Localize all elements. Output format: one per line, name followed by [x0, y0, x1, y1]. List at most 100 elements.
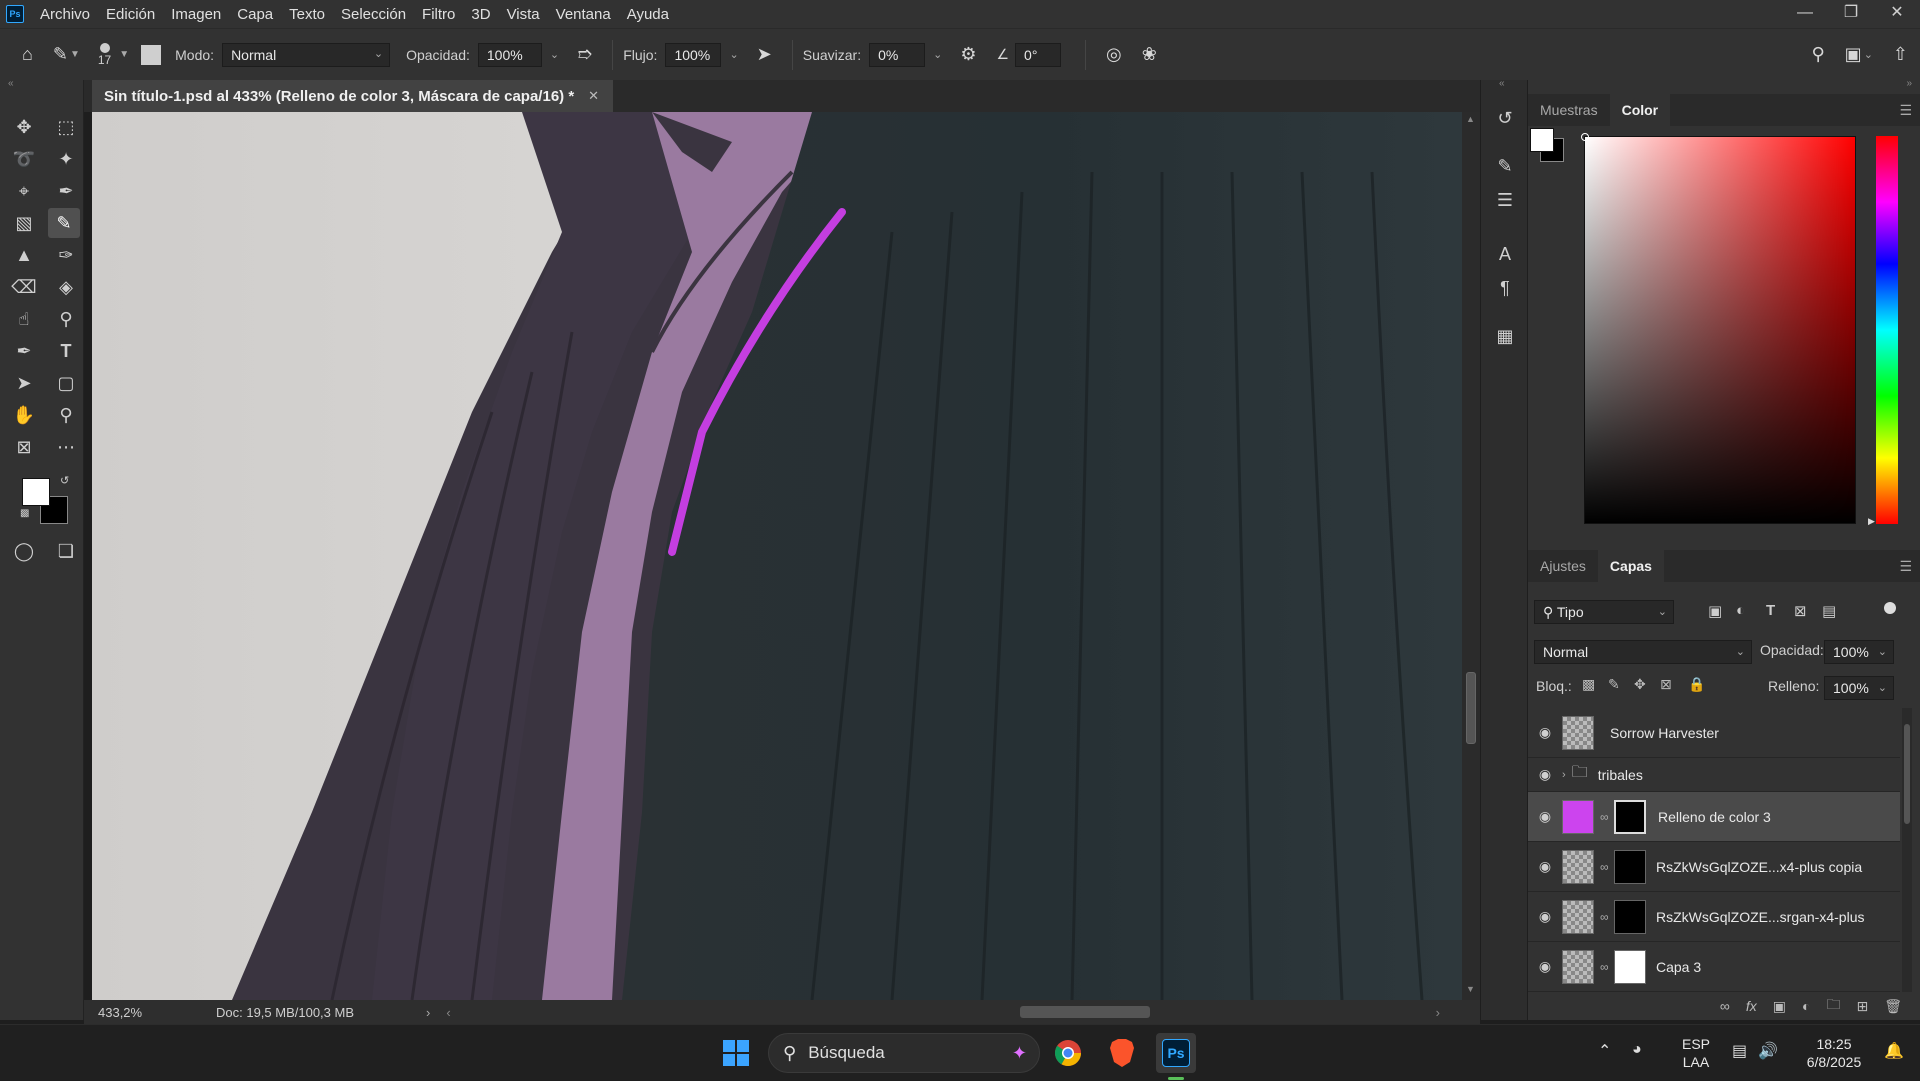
brush-tool-icon[interactable]: ✎	[53, 44, 68, 65]
brush-tool-icon[interactable]: ✎	[48, 208, 80, 238]
layer-mask-thumbnail[interactable]	[1614, 849, 1646, 884]
lasso-tool-icon[interactable]: ➰	[8, 144, 40, 174]
foreground-color-swatch[interactable]	[1530, 128, 1554, 152]
menu-archivo[interactable]: Archivo	[40, 6, 90, 23]
lock-position-icon[interactable]: ✥	[1634, 676, 1646, 693]
eye-icon[interactable]: ◉	[1528, 808, 1562, 825]
chevron-down-icon[interactable]: ▼	[70, 49, 80, 60]
quick-select-tool-icon[interactable]: ✦	[50, 144, 82, 174]
pressure-opacity-icon[interactable]: ➱	[577, 44, 592, 65]
angle-input[interactable]: 0°	[1015, 42, 1062, 67]
layer-row-selected[interactable]: ◉ ∞ Relleno de color 3	[1528, 792, 1900, 842]
eye-icon[interactable]: ◉	[1528, 724, 1562, 741]
clock[interactable]: 18:25 6/8/2025	[1794, 1025, 1874, 1081]
path-select-tool-icon[interactable]: ➤	[8, 368, 40, 398]
layer-mask-thumbnail[interactable]	[1614, 899, 1646, 934]
language-indicator[interactable]: ESP LAA	[1672, 1025, 1720, 1081]
layer-mask-thumbnail[interactable]	[1614, 799, 1646, 834]
canvas[interactable]	[92, 112, 1462, 1000]
menu-vista[interactable]: Vista	[507, 6, 540, 23]
screen-mode-icon[interactable]: ❏	[50, 536, 82, 566]
chevron-right-icon[interactable]: ›	[426, 1005, 430, 1020]
default-colors-icon[interactable]: ▩	[20, 508, 29, 519]
scroll-left-icon[interactable]: ‹	[446, 1005, 450, 1020]
share-icon[interactable]: ⇧	[1893, 44, 1908, 65]
lock-transparency-icon[interactable]: ▩	[1582, 676, 1595, 693]
chevron-down-icon[interactable]: ⌄	[550, 48, 559, 61]
gear-icon[interactable]: ⚙	[960, 44, 976, 65]
chevron-up-icon[interactable]: ⌃	[1598, 1041, 1611, 1061]
photoshop-taskbar-icon[interactable]: Ps	[1156, 1033, 1196, 1073]
menu-ventana[interactable]: Ventana	[556, 6, 611, 23]
chevron-right-icon[interactable]: ›	[1562, 769, 1566, 781]
healing-tool-icon[interactable]: ▧	[8, 208, 40, 238]
network-icon[interactable]: ▤	[1732, 1041, 1747, 1061]
smoothing-input[interactable]: 0%	[869, 42, 926, 67]
smudge-tool-icon[interactable]: ☝	[8, 304, 40, 334]
layers-scroll-thumb[interactable]	[1904, 724, 1910, 824]
tab-ajustes[interactable]: Ajustes	[1528, 550, 1598, 582]
minimize-icon[interactable]: —	[1782, 0, 1828, 28]
windows-start-icon[interactable]	[716, 1033, 756, 1073]
layer-row[interactable]: ◉ ∞ RsZkWsGqlZOZE...x4-plus copia	[1528, 842, 1900, 892]
tab-muestras[interactable]: Muestras	[1528, 94, 1610, 126]
lock-artboard-icon[interactable]: ⊠	[1660, 676, 1672, 693]
eyedropper-tool-icon[interactable]: ✒	[50, 176, 82, 206]
expand-icon[interactable]: »	[1906, 78, 1912, 89]
zoom-tool-icon[interactable]: ⚲	[50, 400, 82, 430]
move-tool-icon[interactable]: ✥	[8, 112, 40, 142]
vertical-scrollbar[interactable]: ▲ ▼	[1462, 112, 1480, 1000]
trash-icon[interactable]: 🗑	[1884, 998, 1902, 1015]
volume-icon[interactable]: 🔊	[1758, 1041, 1778, 1061]
lock-all-icon[interactable]: 🔒	[1688, 676, 1705, 693]
filter-pixel-icon[interactable]: ▣	[1708, 602, 1722, 620]
chevron-down-icon[interactable]: ⌄	[933, 48, 942, 61]
collapse-icon[interactable]: «	[1499, 78, 1505, 89]
new-layer-icon[interactable]: ⊞	[1856, 998, 1868, 1015]
brave-icon[interactable]	[1102, 1033, 1142, 1073]
quick-mask-icon[interactable]: ◯	[8, 536, 40, 566]
pen-tool-icon[interactable]: ✒	[8, 336, 40, 366]
menu-filtro[interactable]: Filtro	[422, 6, 455, 23]
eye-icon[interactable]: ◉	[1528, 958, 1562, 975]
notification-bell-icon[interactable]: 🔔	[1884, 1041, 1904, 1061]
dodge-tool-icon[interactable]: ⚲	[50, 304, 82, 334]
character-icon[interactable]: A	[1493, 244, 1517, 268]
fx-icon[interactable]: fx	[1746, 998, 1757, 1014]
type-tool-icon[interactable]: T	[50, 336, 82, 366]
eraser-tool-icon[interactable]: ⌫	[8, 272, 40, 302]
new-group-icon[interactable]: 🗀	[1826, 994, 1840, 1018]
layer-filter-select[interactable]: ⚲ Tipo ⌄	[1534, 600, 1674, 624]
link-icon[interactable]: ∞	[1600, 860, 1610, 874]
scroll-up-icon[interactable]: ▲	[1466, 114, 1475, 124]
history-icon[interactable]: ↺	[1493, 108, 1517, 132]
chevron-down-icon[interactable]: ▼	[119, 49, 129, 60]
filter-toggle-icon[interactable]	[1884, 602, 1896, 614]
brush-settings-icon[interactable]	[141, 44, 162, 65]
chevron-down-icon[interactable]: ⌄	[729, 48, 738, 61]
swap-colors-icon[interactable]: ↺	[60, 474, 69, 487]
flow-input[interactable]: 100%	[665, 42, 722, 67]
scroll-down-icon[interactable]: ▼	[1466, 984, 1475, 994]
color-picker-cursor[interactable]	[1581, 133, 1589, 141]
brush-settings-icon[interactable]: ✎	[1493, 156, 1517, 180]
layer-row[interactable]: ◉ ∞ RsZkWsGqlZOZE...srgan-x4-plus	[1528, 892, 1900, 942]
workspace-icon[interactable]: ▣	[1845, 44, 1862, 65]
layer-row[interactable]: ◉ ∞ Capa 3	[1528, 942, 1900, 992]
vertical-scroll-thumb[interactable]	[1466, 672, 1476, 744]
eye-icon[interactable]: ◉	[1528, 908, 1562, 925]
airbrush-icon[interactable]: ➤	[757, 44, 772, 65]
menu-capa[interactable]: Capa	[237, 6, 273, 23]
tray-app-icon[interactable]: ◕	[1632, 1041, 1642, 1059]
panel-menu-icon[interactable]: ☰	[1899, 102, 1912, 119]
more-tools-icon[interactable]: ⋯	[50, 432, 82, 462]
eye-icon[interactable]: ◉	[1528, 858, 1562, 875]
properties-icon[interactable]: ▦	[1493, 326, 1517, 350]
hand-tool-icon[interactable]: ✋	[8, 400, 40, 430]
menu-edicion[interactable]: Edición	[106, 6, 155, 23]
menu-texto[interactable]: Texto	[289, 6, 325, 23]
foreground-color-swatch-top[interactable]	[22, 478, 50, 506]
filter-type-icon[interactable]: T	[1766, 602, 1775, 619]
shape-tool-icon[interactable]: ▢	[50, 368, 82, 398]
marquee-tool-icon[interactable]: ⬚	[50, 112, 82, 142]
